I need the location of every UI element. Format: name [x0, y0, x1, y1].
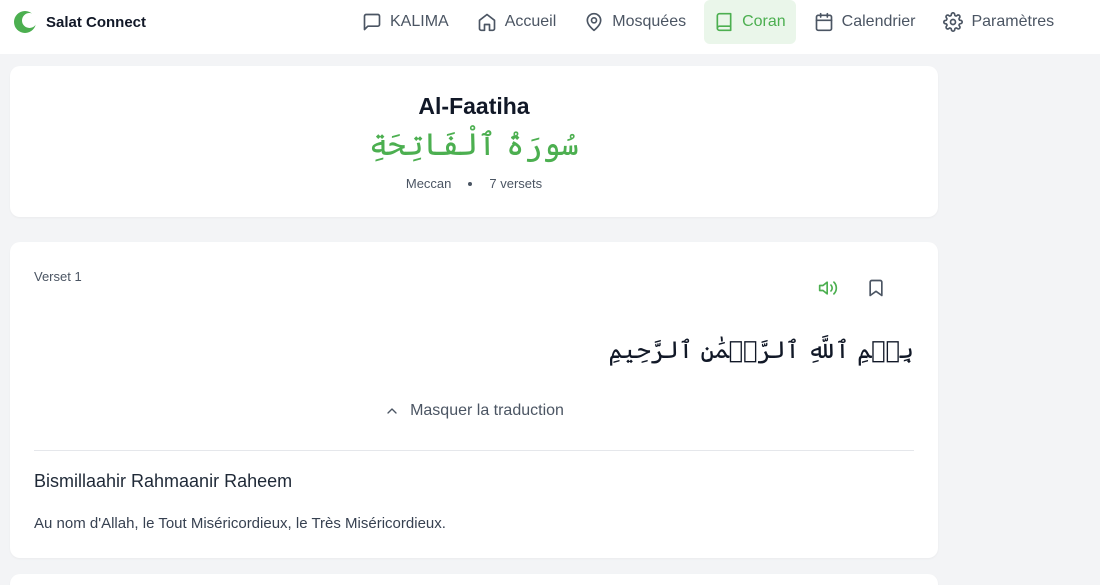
verse-number-label: Verset 1 — [34, 269, 82, 284]
volume-icon — [818, 281, 838, 295]
nav-item-label: KALIMA — [390, 13, 449, 30]
surah-header-card: Al-Faatiha سُورَةُ ٱلْفَاتِحَةِ Meccan 7… — [10, 66, 938, 217]
app-name: Salat Connect — [46, 13, 147, 31]
book-icon — [716, 12, 732, 32]
separator-dot — [468, 181, 473, 186]
surah-arabic-name: سُورَةُ ٱلْفَاتِحَةِ — [369, 127, 579, 163]
nav-item-accueil[interactable]: Accueil — [467, 0, 567, 44]
surah-meta: Meccan 7 versets — [10, 176, 938, 191]
verse-card: Verset 1 بِسۡمِ ٱللَّهِ ٱلرَّحۡمَٰنِ ٱلر… — [10, 242, 938, 558]
nav-item-label: Calendrier — [841, 13, 916, 30]
nav-item-label: Mosquées — [612, 13, 687, 30]
home-icon — [478, 13, 496, 32]
verse-arabic-text: بِسۡمِ ٱللَّهِ ٱلرَّحۡمَٰنِ ٱلرَّحِيمِ — [608, 336, 915, 364]
toggle-label: Masquer la traduction — [410, 402, 564, 419]
nav-item-mosquees[interactable]: Mosquées — [574, 0, 696, 44]
bookmark-icon — [869, 279, 883, 297]
nav-item-coran[interactable]: Coran — [704, 0, 796, 44]
calendar-icon — [815, 12, 833, 32]
crescent-logo-icon — [14, 11, 37, 33]
verse-transliteration: Bismillaahir Rahmaanir Raheem — [34, 471, 293, 491]
nav-item-kalima[interactable]: KALIMA — [352, 0, 459, 44]
chevron-up-icon — [387, 408, 397, 414]
message-square-icon — [363, 13, 381, 31]
divider — [34, 450, 914, 451]
next-verse-card — [10, 574, 938, 585]
nav-item-parametres[interactable]: Paramètres — [933, 0, 1064, 44]
play-audio-button[interactable] — [816, 276, 840, 300]
verse-translation: Au nom d'Allah, le Tout Miséricordieux, … — [34, 515, 446, 532]
surah-revelation-type: Meccan — [405, 176, 452, 191]
settings-icon — [943, 12, 964, 32]
nav-item-calendrier[interactable]: Calendrier — [804, 0, 926, 44]
top-navbar: Salat Connect KALIMA Accueil Mosquées Co… — [0, 0, 1100, 54]
map-pin-icon — [586, 12, 602, 32]
surah-name: Al-Faatiha — [418, 93, 530, 119]
nav-item-label: Coran — [742, 13, 786, 30]
hide-translation-toggle[interactable]: Masquer la traduction — [10, 402, 938, 420]
bookmark-button[interactable] — [864, 276, 888, 300]
brand[interactable]: Salat Connect — [14, 11, 146, 33]
surah-verse-count: 7 versets — [489, 176, 543, 191]
verse-actions — [816, 276, 888, 300]
main-nav: KALIMA Accueil Mosquées Coran Calendrier… — [352, 0, 1072, 44]
nav-item-label: Accueil — [504, 13, 557, 30]
nav-item-label: Paramètres — [971, 13, 1055, 30]
